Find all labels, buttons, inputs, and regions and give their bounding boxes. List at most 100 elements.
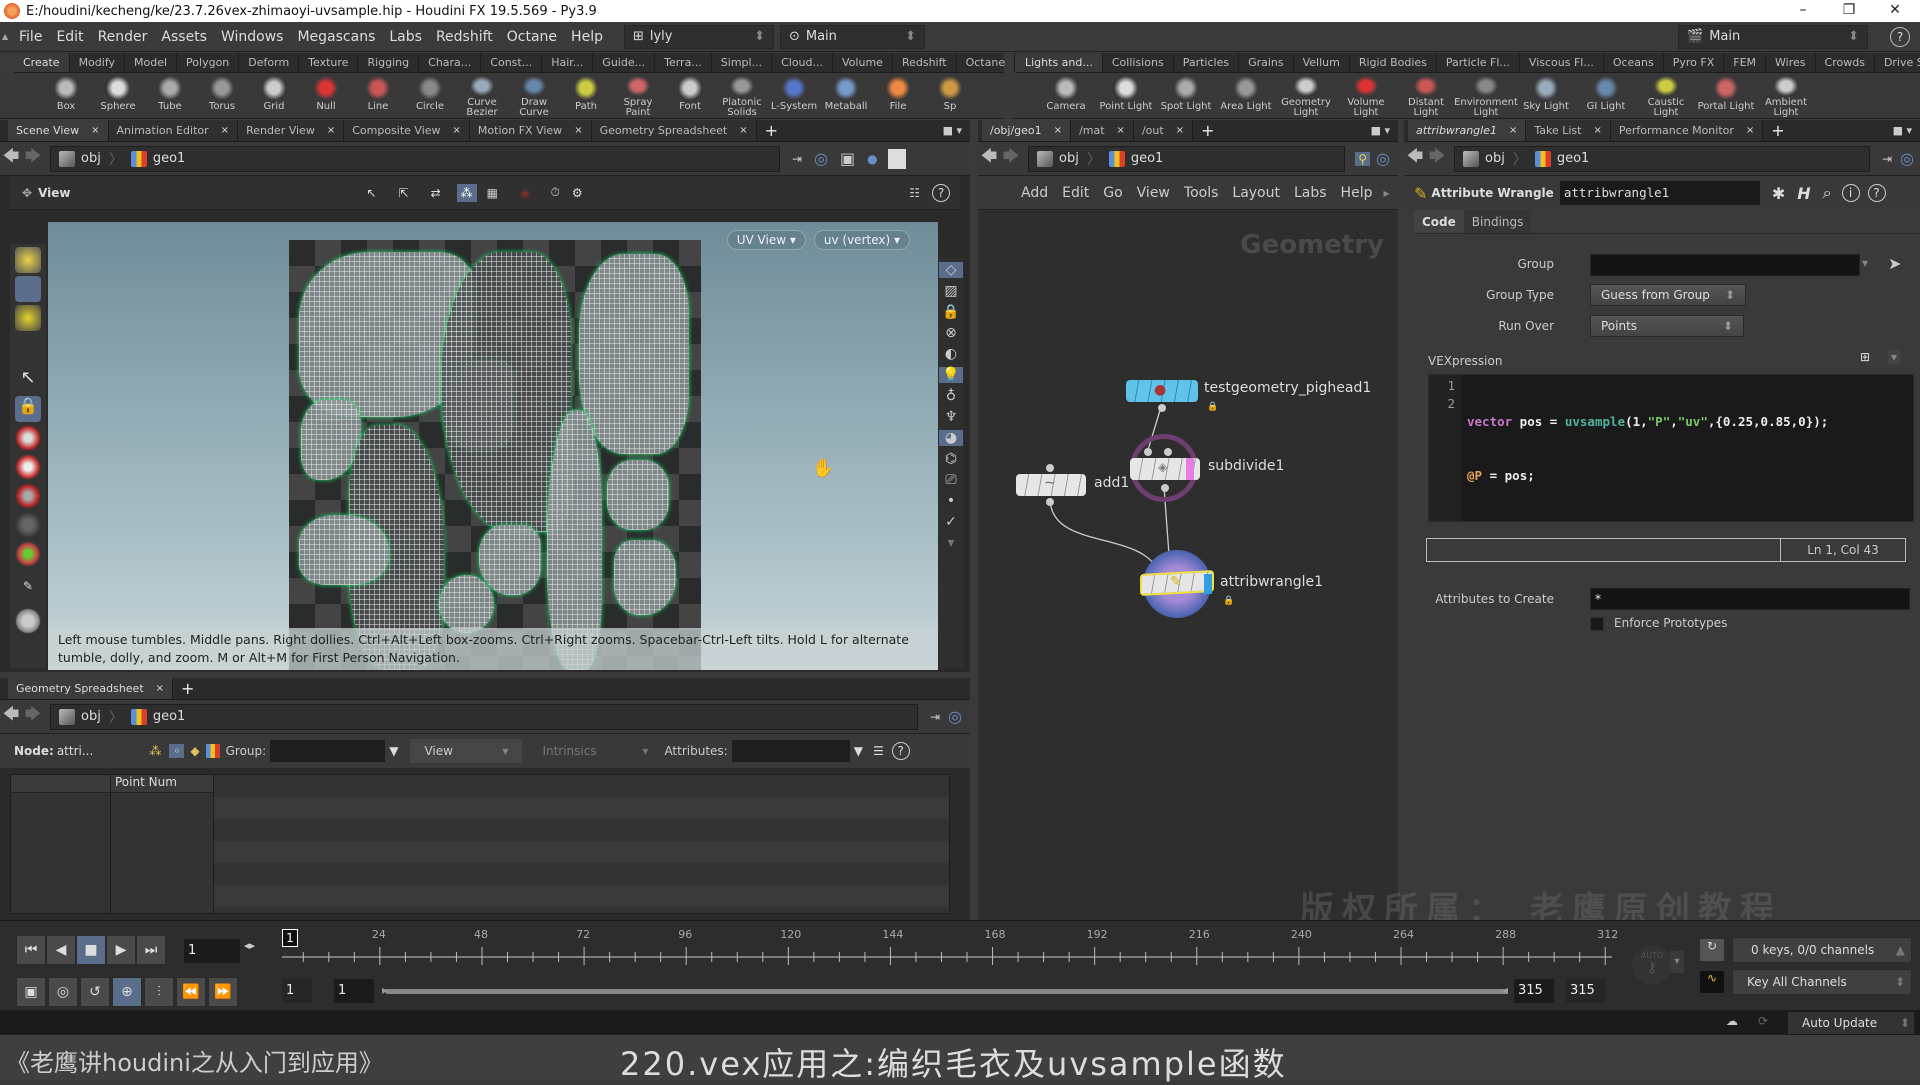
select-points-icon[interactable]: [15, 276, 41, 302]
snippet-menu-icon[interactable]: ▾: [1888, 350, 1901, 364]
brain-icon[interactable]: ☁: [1726, 1014, 1738, 1028]
tool-l-system[interactable]: L-System: [768, 73, 820, 118]
shelf-tab-terra[interactable]: Terra...: [655, 53, 712, 72]
shelf-tab-lights-and[interactable]: Lights and...: [1016, 53, 1103, 72]
pin-icon[interactable]: ⇥: [792, 152, 802, 166]
back-arrow-icon[interactable]: 🡄: [1404, 145, 1426, 172]
close-tab-icon[interactable]: ×: [91, 125, 99, 136]
shelf-tab-rigging[interactable]: Rigging: [358, 53, 420, 72]
main-takes-select[interactable]: 🎬 Main ⬍: [1678, 24, 1868, 49]
tool-draw-curve[interactable]: Draw Curve: [508, 73, 560, 118]
run-over-menu[interactable]: Points ⬍: [1590, 315, 1744, 337]
tab-attribwrangle1[interactable]: attribwrangle1 ×: [1408, 120, 1527, 141]
filter-icon[interactable]: ▼: [854, 744, 863, 758]
select-arrow-icon[interactable]: ➤: [1888, 254, 1901, 273]
tool-ambient-light[interactable]: Ambient Light: [1756, 73, 1816, 118]
tab-take-list[interactable]: Take List ×: [1526, 120, 1611, 141]
move-tool-icon[interactable]: [15, 425, 41, 451]
shelf-tab-pyro-fx[interactable]: Pyro FX: [1664, 53, 1725, 72]
tool-grid[interactable]: Grid: [248, 73, 300, 118]
flipbook-icon[interactable]: [15, 608, 41, 634]
layout-select[interactable]: ⊙ Main ⬍: [779, 24, 925, 49]
channel-icon[interactable]: ∿: [1700, 971, 1724, 993]
handle-tool-icon[interactable]: ⇱: [399, 186, 409, 200]
node-input-connector[interactable]: [1046, 464, 1054, 472]
view-tool-icon[interactable]: ✥: [22, 186, 32, 200]
more-icon[interactable]: ▾: [947, 535, 954, 551]
refresh-icon[interactable]: ⟳: [1758, 1014, 1768, 1028]
houdini-help-icon[interactable]: H: [1797, 184, 1810, 203]
spreadsheet-breadcrumb[interactable]: obj 〉 geo1: [50, 703, 918, 730]
shelf-tab-viscous-fl[interactable]: Viscous Fl...: [1520, 53, 1604, 72]
group-field[interactable]: [1590, 254, 1860, 276]
shading-icon[interactable]: ◐: [945, 346, 957, 362]
node-output-connector[interactable]: [1161, 484, 1169, 492]
play-button[interactable]: ▶: [106, 935, 136, 965]
tab-geometry-spreadsheet[interactable]: Geometry Spreadsheet ×: [591, 120, 757, 141]
menu-windows[interactable]: Windows: [214, 29, 291, 45]
shelf-tab-fem[interactable]: FEM: [1724, 53, 1767, 72]
shelf-tab-particle-fl[interactable]: Particle Fl...: [1437, 53, 1520, 72]
menu-help[interactable]: Help: [564, 29, 610, 45]
ghost-icon[interactable]: ⌬: [945, 451, 957, 467]
tool-sp[interactable]: Sp: [924, 73, 976, 118]
minimize-button[interactable]: –: [1780, 0, 1826, 22]
close-tab-icon[interactable]: ×: [453, 125, 461, 136]
next-key-icon[interactable]: ⏩: [208, 977, 238, 1007]
node-output-connector[interactable]: [1046, 498, 1054, 506]
close-tab-icon[interactable]: ×: [739, 125, 747, 136]
texture-icon[interactable]: ◕: [939, 430, 963, 446]
current-frame-field[interactable]: 1: [184, 939, 240, 963]
forward-arrow-icon[interactable]: 🡆: [22, 703, 44, 730]
shelf-tab-deform[interactable]: Deform: [239, 53, 300, 72]
shelf-tab-redshift[interactable]: Redshift: [893, 53, 957, 72]
camera-icon[interactable]: ⏱: [551, 185, 560, 200]
tab-motion-fx-view[interactable]: Motion FX View ×: [469, 120, 592, 141]
tab-composite-view[interactable]: Composite View ×: [344, 120, 470, 141]
background-swatch[interactable]: [887, 148, 906, 169]
point-icon[interactable]: •: [947, 493, 955, 509]
tool-null[interactable]: Null: [300, 73, 352, 118]
shelf-tab-collisions[interactable]: Collisions: [1103, 53, 1174, 72]
link-icon[interactable]: ◎: [948, 707, 962, 726]
update-mode-menu[interactable]: Auto Update ⬍: [1788, 1012, 1914, 1034]
visualize-icon[interactable]: ⎚: [945, 472, 956, 488]
settings-icon[interactable]: ⚙: [572, 186, 583, 200]
keys-info[interactable]: 0 keys, 0/0 channels ▲: [1732, 937, 1912, 963]
shelf-tab-const[interactable]: Const...: [481, 53, 543, 72]
help-icon[interactable]: ?: [1890, 26, 1910, 47]
shelf-tab-create[interactable]: Create: [14, 53, 70, 72]
select-prims-icon[interactable]: [15, 305, 41, 331]
shelf-tab-drive-sim[interactable]: Drive Sim...: [1875, 53, 1920, 72]
tool-point-light[interactable]: Point Light: [1096, 73, 1156, 118]
high-quality-light-icon[interactable]: ♆: [945, 409, 958, 425]
tool-caustic-light[interactable]: Caustic Light: [1636, 73, 1696, 118]
close-button[interactable]: ✕: [1872, 0, 1918, 22]
shelf-tab-rigid-bodies[interactable]: Rigid Bodies: [1350, 53, 1437, 72]
tool-distant-light[interactable]: Distant Light: [1396, 73, 1456, 118]
tool-torus[interactable]: Torus: [196, 73, 248, 118]
link-icon[interactable]: ◎: [1900, 149, 1914, 168]
display-icon[interactable]: ▦: [487, 186, 498, 200]
tab-render-view[interactable]: Render View ×: [238, 120, 345, 141]
loop-icon[interactable]: ↺: [80, 977, 110, 1007]
tool-platonic-solids[interactable]: Platonic Solids: [716, 73, 768, 118]
display-flag[interactable]: [1186, 458, 1194, 480]
scale-tool-icon[interactable]: [15, 483, 41, 509]
crumb-obj[interactable]: obj: [1455, 150, 1513, 167]
shelf-tab-grains[interactable]: Grains: [1239, 53, 1294, 72]
shelf-tab-cloud[interactable]: Cloud...: [772, 53, 834, 72]
tool-spot-light[interactable]: Spot Light: [1156, 73, 1216, 118]
help-icon[interactable]: ?: [1867, 184, 1886, 202]
shelf-tab-wires[interactable]: Wires: [1766, 53, 1816, 72]
shelf-tab-volume[interactable]: Volume: [833, 53, 893, 72]
tool-sphere[interactable]: Sphere: [92, 73, 144, 118]
vertices-mode-icon[interactable]: ◦: [169, 744, 185, 758]
tool-sky-light[interactable]: Sky Light: [1516, 73, 1576, 118]
code-content[interactable]: vector pos = uvsample(1,"P","uv",{0.25,0…: [1467, 377, 1828, 521]
jump-start-button[interactable]: ⏮: [16, 935, 46, 965]
close-tab-icon[interactable]: ×: [1593, 125, 1601, 136]
key-sync-icon[interactable]: ↻: [1700, 939, 1724, 961]
pose-tool-icon[interactable]: [15, 512, 41, 538]
prev-key-icon[interactable]: ⏪: [176, 977, 206, 1007]
